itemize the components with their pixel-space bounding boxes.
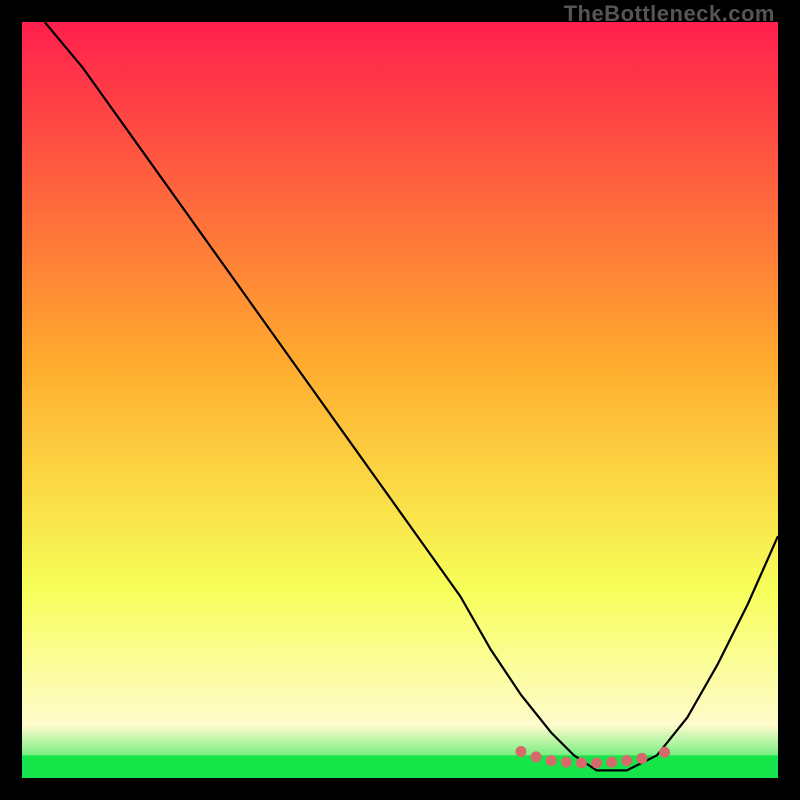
gradient-bg <box>22 22 778 778</box>
dot <box>561 757 572 768</box>
dot <box>531 751 542 762</box>
dot <box>621 755 632 766</box>
dot <box>515 746 526 757</box>
dot <box>576 757 587 768</box>
dot <box>546 755 557 766</box>
chart-svg <box>22 22 778 778</box>
dot <box>606 757 617 768</box>
dot <box>659 747 670 758</box>
chart-plot-area <box>22 22 778 778</box>
dot <box>591 757 602 768</box>
dot <box>636 753 647 764</box>
